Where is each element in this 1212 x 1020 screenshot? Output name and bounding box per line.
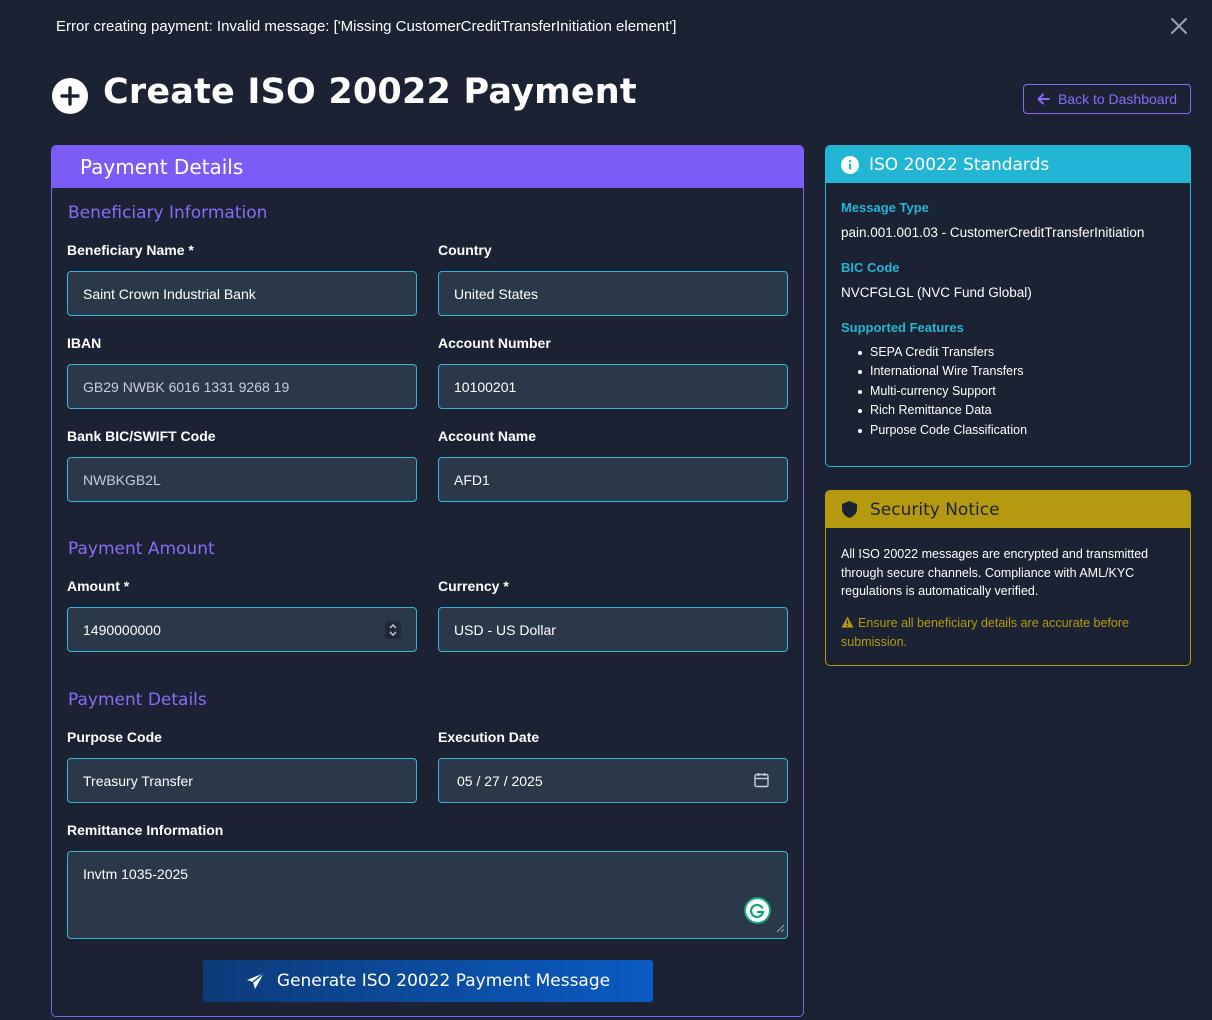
calendar-icon[interactable] [754,772,769,791]
list-item: International Wire Transfers [858,364,1027,383]
bic-input[interactable]: NWBKGB2L [67,457,417,502]
resize-handle-icon[interactable] [775,920,785,936]
account-name-input[interactable]: AFD1 [438,457,788,502]
page-title: Create ISO 20022 Payment [103,72,637,112]
account-name-label: Account Name [438,428,537,444]
plus-circle-icon [52,78,88,114]
country-input[interactable]: United States [438,271,788,316]
amount-value: 1490000000 [83,621,161,638]
execution-date-input[interactable]: 05 / 27 / 2025 [438,758,788,803]
standards-card: ISO 20022 Standards Message Type pain.00… [825,145,1191,467]
account-number-input[interactable]: 10100201 [438,364,788,409]
currency-select[interactable]: USD - US Dollar [438,607,788,652]
purpose-code-label: Purpose Code [67,729,162,745]
security-notice-header: Security Notice [826,491,1190,528]
bic-code-label: BIC Code [841,260,900,275]
execution-date-label: Execution Date [438,729,540,745]
security-notice-warning: Ensure all beneficiary details are accur… [841,614,1181,652]
payment-form-card: Payment Details Beneficiary Information … [51,145,804,1017]
beneficiary-name-label: Beneficiary Name * [67,242,194,258]
remittance-value: Invtm 1035-2025 [83,866,189,882]
back-to-dashboard-button[interactable]: Back to Dashboard [1023,84,1191,114]
payment-form-card-title: Payment Details [52,146,803,188]
paper-plane-icon [246,972,265,989]
remittance-textarea[interactable]: Invtm 1035-2025 [67,851,788,939]
message-type-value: pain.001.001.03 - CustomerCreditTransfer… [841,225,1145,240]
message-type-label: Message Type [841,200,929,215]
number-spinner-icon[interactable] [385,621,401,639]
iban-label: IBAN [67,335,102,351]
section-title-details: Payment Details [68,690,207,710]
info-icon [841,155,859,174]
security-notice-body: All ISO 20022 messages are encrypted and… [841,547,1149,598]
error-alert-message: Error creating payment: Invalid message:… [56,18,677,35]
list-item: Rich Remittance Data [858,403,1027,422]
grammarly-icon[interactable] [744,897,771,924]
account-number-label: Account Number [438,335,551,351]
amount-input[interactable]: 1490000000 [67,607,417,652]
remittance-label: Remittance Information [67,822,224,838]
error-alert: Error creating payment: Invalid message:… [0,0,1212,54]
back-to-dashboard-label: Back to Dashboard [1057,91,1178,107]
warning-triangle-icon [841,616,854,628]
generate-payment-label: Generate ISO 20022 Payment Message [276,971,611,991]
country-label: Country [438,242,492,258]
bic-code-value: NVCFGLGL (NVC Fund Global) [841,285,1032,300]
section-title-amount: Payment Amount [68,539,215,559]
list-item: Multi-currency Support [858,384,1027,403]
supported-features-list: SEPA Credit Transfers International Wire… [858,345,1027,442]
execution-date-value: 05 / 27 / 2025 [457,772,543,789]
security-notice-card: Security Notice All ISO 20022 messages a… [825,490,1191,666]
standards-card-header: ISO 20022 Standards [826,146,1190,183]
currency-label: Currency * [438,578,509,594]
amount-label: Amount * [67,578,130,594]
shield-icon [842,501,857,518]
security-notice-title: Security Notice [870,499,1000,520]
section-title-beneficiary: Beneficiary Information [68,203,268,223]
bic-label: Bank BIC/SWIFT Code [67,428,216,444]
standards-card-title: ISO 20022 Standards [869,154,1050,175]
purpose-code-input[interactable]: Treasury Transfer [67,758,417,803]
close-icon[interactable] [1168,15,1190,37]
supported-features-label: Supported Features [841,320,964,335]
arrow-left-icon [1037,93,1050,105]
list-item: SEPA Credit Transfers [858,345,1027,364]
generate-payment-button[interactable]: Generate ISO 20022 Payment Message [203,960,653,1002]
iban-input[interactable]: GB29 NWBK 6016 1331 9268 19 [67,364,417,409]
page-header: Create ISO 20022 Payment Back to Dashboa… [52,72,1192,120]
list-item: Purpose Code Classification [858,423,1027,442]
beneficiary-name-input[interactable]: Saint Crown Industrial Bank [67,271,417,316]
security-warning-text: Ensure all beneficiary details are accur… [841,616,1129,649]
